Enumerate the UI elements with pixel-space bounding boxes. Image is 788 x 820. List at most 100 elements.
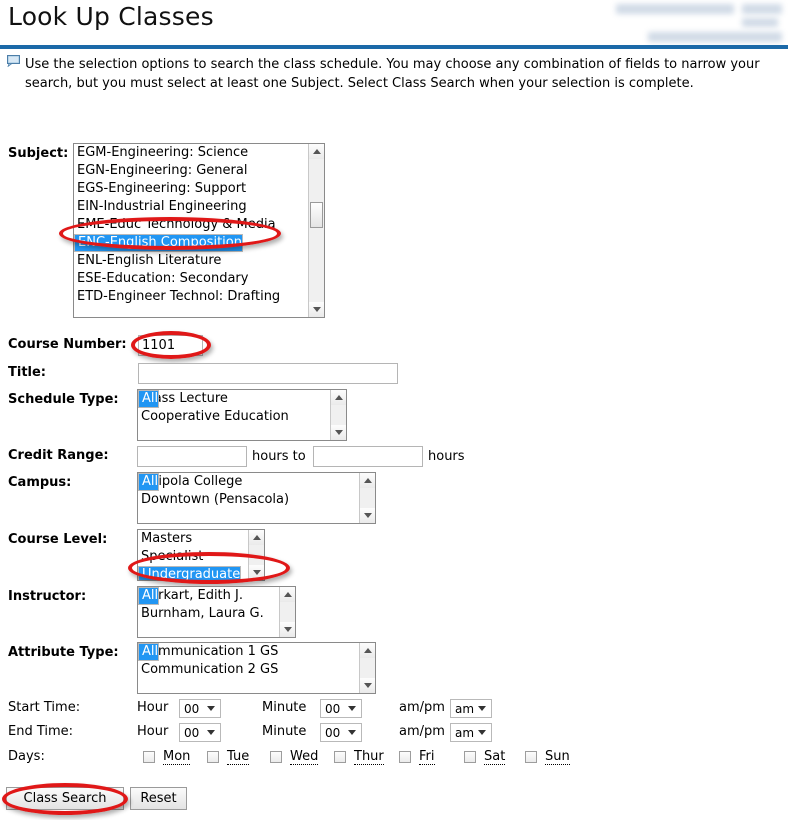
subject-option[interactable]: EGN-Engineering: General xyxy=(74,162,308,180)
instructor-option-list[interactable]: All Burkart, Edith J. Burnham, Laura G. xyxy=(138,587,279,637)
day-label-fri[interactable]: Fri xyxy=(419,749,435,765)
course-level-scrollbar[interactable] xyxy=(248,530,264,580)
attribute-type-option-selected[interactable]: All xyxy=(138,643,160,661)
schedule-type-option[interactable]: Cooperative Education xyxy=(138,408,330,426)
schedule-type-option-list[interactable]: All Class Lecture Cooperative Education xyxy=(138,390,330,440)
scroll-down-arrow-icon[interactable] xyxy=(309,302,324,317)
redacted-header-text-4 xyxy=(648,32,782,42)
title-input[interactable] xyxy=(138,363,398,384)
schedule-type-option-selected[interactable]: All xyxy=(138,390,160,408)
day-label-tue[interactable]: Tue xyxy=(227,749,250,765)
label-start-hour: Hour xyxy=(137,700,169,715)
subject-option[interactable]: ESE-Education: Secondary xyxy=(74,270,308,288)
label-course-level: Course Level: xyxy=(8,532,108,547)
schedule-type-option[interactable]: Class Lecture xyxy=(138,390,330,408)
label-start-minute: Minute xyxy=(262,700,307,715)
redacted-header-text-2 xyxy=(742,4,782,14)
chevron-down-icon xyxy=(478,706,486,711)
redacted-header-text-1 xyxy=(616,4,734,14)
reset-button[interactable]: Reset xyxy=(130,787,187,810)
end-time-minute-select[interactable]: 00 xyxy=(320,723,362,742)
scroll-up-arrow-icon[interactable] xyxy=(249,530,264,545)
instructor-scrollbar[interactable] xyxy=(279,587,295,637)
credit-range-to-input[interactable] xyxy=(313,446,423,467)
day-checkbox-fri[interactable] xyxy=(399,751,411,763)
label-start-time: Start Time: xyxy=(8,700,81,715)
credit-range-from-input[interactable] xyxy=(137,446,247,467)
campus-listbox[interactable]: All Chipola College Downtown (Pensacola) xyxy=(137,472,376,524)
day-label-wed[interactable]: Wed xyxy=(290,749,319,765)
course-number-input[interactable] xyxy=(138,335,203,356)
scroll-down-arrow-icon[interactable] xyxy=(280,622,295,637)
day-checkbox-wed[interactable] xyxy=(270,751,282,763)
instructions-line-1: Use the selection options to search the … xyxy=(25,57,760,72)
redacted-header-text-3 xyxy=(742,18,778,27)
day-checkbox-thur[interactable] xyxy=(334,751,346,763)
label-end-ampm: am/pm xyxy=(399,724,445,739)
subject-option[interactable]: ETD-Engineer Technol: Drafting xyxy=(74,288,308,306)
label-attribute-type: Attribute Type: xyxy=(8,645,119,660)
day-label-thur[interactable]: Thur xyxy=(354,749,384,765)
attribute-type-listbox[interactable]: All Communication 1 GS Communication 2 G… xyxy=(137,642,376,694)
scroll-up-arrow-icon[interactable] xyxy=(360,473,375,488)
end-time-hour-select[interactable]: 00 xyxy=(179,723,221,742)
subject-option-list[interactable]: EGM-Engineering: Science EGN-Engineering… xyxy=(74,144,308,317)
label-end-hour: Hour xyxy=(137,724,169,739)
attribute-type-scrollbar[interactable] xyxy=(359,643,375,693)
subject-scrollbar[interactable] xyxy=(308,144,324,317)
scroll-up-arrow-icon[interactable] xyxy=(360,643,375,658)
course-level-option[interactable]: Specialist xyxy=(138,548,248,566)
start-time-ampm-value: am xyxy=(455,701,475,716)
subject-option[interactable]: EGM-Engineering: Science xyxy=(74,144,308,162)
chevron-down-icon xyxy=(478,730,486,735)
course-level-option[interactable]: Masters xyxy=(138,530,248,548)
course-level-option-list[interactable]: Masters Specialist Undergraduate xyxy=(138,530,248,580)
day-checkbox-tue[interactable] xyxy=(207,751,219,763)
campus-option[interactable]: Downtown (Pensacola) xyxy=(138,491,359,509)
end-time-ampm-value: am xyxy=(455,725,475,740)
scrollbar-thumb[interactable] xyxy=(310,202,323,228)
day-checkbox-sat[interactable] xyxy=(464,751,476,763)
instructor-option[interactable]: Burnham, Laura G. xyxy=(138,605,279,623)
course-level-listbox[interactable]: Masters Specialist Undergraduate xyxy=(137,529,265,581)
scroll-down-arrow-icon[interactable] xyxy=(360,508,375,523)
campus-scrollbar[interactable] xyxy=(359,473,375,523)
day-label-sun[interactable]: Sun xyxy=(545,749,570,765)
day-label-mon[interactable]: Mon xyxy=(163,749,191,765)
subject-option[interactable]: ENL-English Literature xyxy=(74,252,308,270)
attribute-type-option[interactable]: Communication 2 GS xyxy=(138,661,359,679)
info-bubble-icon xyxy=(7,55,21,68)
scroll-up-arrow-icon[interactable] xyxy=(309,144,324,159)
day-checkbox-sun[interactable] xyxy=(525,751,537,763)
label-schedule-type: Schedule Type: xyxy=(8,392,119,407)
scroll-down-arrow-icon[interactable] xyxy=(249,565,264,580)
campus-option[interactable]: Chipola College xyxy=(138,473,359,491)
subject-listbox[interactable]: EGM-Engineering: Science EGN-Engineering… xyxy=(73,143,325,318)
attribute-type-option-list[interactable]: All Communication 1 GS Communication 2 G… xyxy=(138,643,359,693)
day-checkbox-mon[interactable] xyxy=(143,751,155,763)
subject-option-selected[interactable]: ENC-English Composition xyxy=(74,234,243,252)
subject-option[interactable]: EME-Educ Technology & Media xyxy=(74,216,308,234)
end-time-ampm-select[interactable]: am xyxy=(450,723,492,742)
scroll-down-arrow-icon[interactable] xyxy=(360,678,375,693)
subject-option[interactable]: EGS-Engineering: Support xyxy=(74,180,308,198)
schedule-type-scrollbar[interactable] xyxy=(330,390,346,440)
instructor-option[interactable]: Burkart, Edith J. xyxy=(138,587,279,605)
course-level-option-selected[interactable]: Undergraduate xyxy=(138,566,242,580)
chevron-down-icon xyxy=(207,730,215,735)
start-time-minute-select[interactable]: 00 xyxy=(320,699,362,718)
start-time-hour-select[interactable]: 00 xyxy=(179,699,221,718)
start-time-ampm-select[interactable]: am xyxy=(450,699,492,718)
scroll-up-arrow-icon[interactable] xyxy=(280,587,295,602)
scroll-down-arrow-icon[interactable] xyxy=(331,425,346,440)
day-label-sat[interactable]: Sat xyxy=(484,749,506,765)
class-search-button[interactable]: Class Search xyxy=(6,787,124,810)
campus-option-list[interactable]: All Chipola College Downtown (Pensacola) xyxy=(138,473,359,523)
campus-option-selected[interactable]: All xyxy=(138,473,160,491)
subject-option[interactable]: EIN-Industrial Engineering xyxy=(74,198,308,216)
instructor-listbox[interactable]: All Burkart, Edith J. Burnham, Laura G. xyxy=(137,586,296,638)
schedule-type-listbox[interactable]: All Class Lecture Cooperative Education xyxy=(137,389,347,441)
instructor-option-selected[interactable]: All xyxy=(138,587,160,605)
attribute-type-option[interactable]: Communication 1 GS xyxy=(138,643,359,661)
scroll-up-arrow-icon[interactable] xyxy=(331,390,346,405)
